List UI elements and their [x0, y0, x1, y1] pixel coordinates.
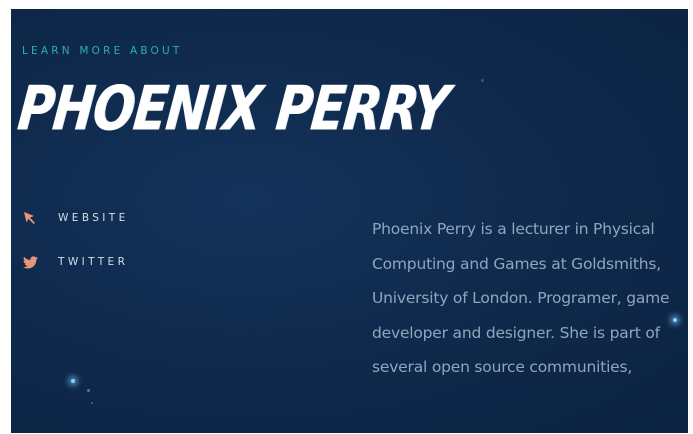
speaker-name-heading: PHOENIX PERRY — [14, 73, 451, 145]
website-link-label: WEBSITE — [58, 212, 129, 224]
speaker-panel: LEARN MORE ABOUT PHOENIX PERRY WEBSITE T… — [11, 9, 688, 433]
twitter-bird-icon — [22, 254, 38, 270]
star-speck — [481, 79, 484, 82]
eyebrow-label: LEARN MORE ABOUT — [22, 45, 183, 57]
twitter-link-label: TWITTER — [58, 256, 129, 268]
star-speck — [87, 389, 90, 392]
twitter-link[interactable]: TWITTER — [22, 254, 128, 270]
speaker-bio: Phoenix Perry is a lecturer in Physical … — [372, 220, 670, 376]
star-speck — [91, 402, 93, 404]
cursor-arrow-icon — [22, 210, 38, 226]
website-link[interactable]: WEBSITE — [22, 210, 129, 226]
star-speck — [71, 379, 75, 383]
